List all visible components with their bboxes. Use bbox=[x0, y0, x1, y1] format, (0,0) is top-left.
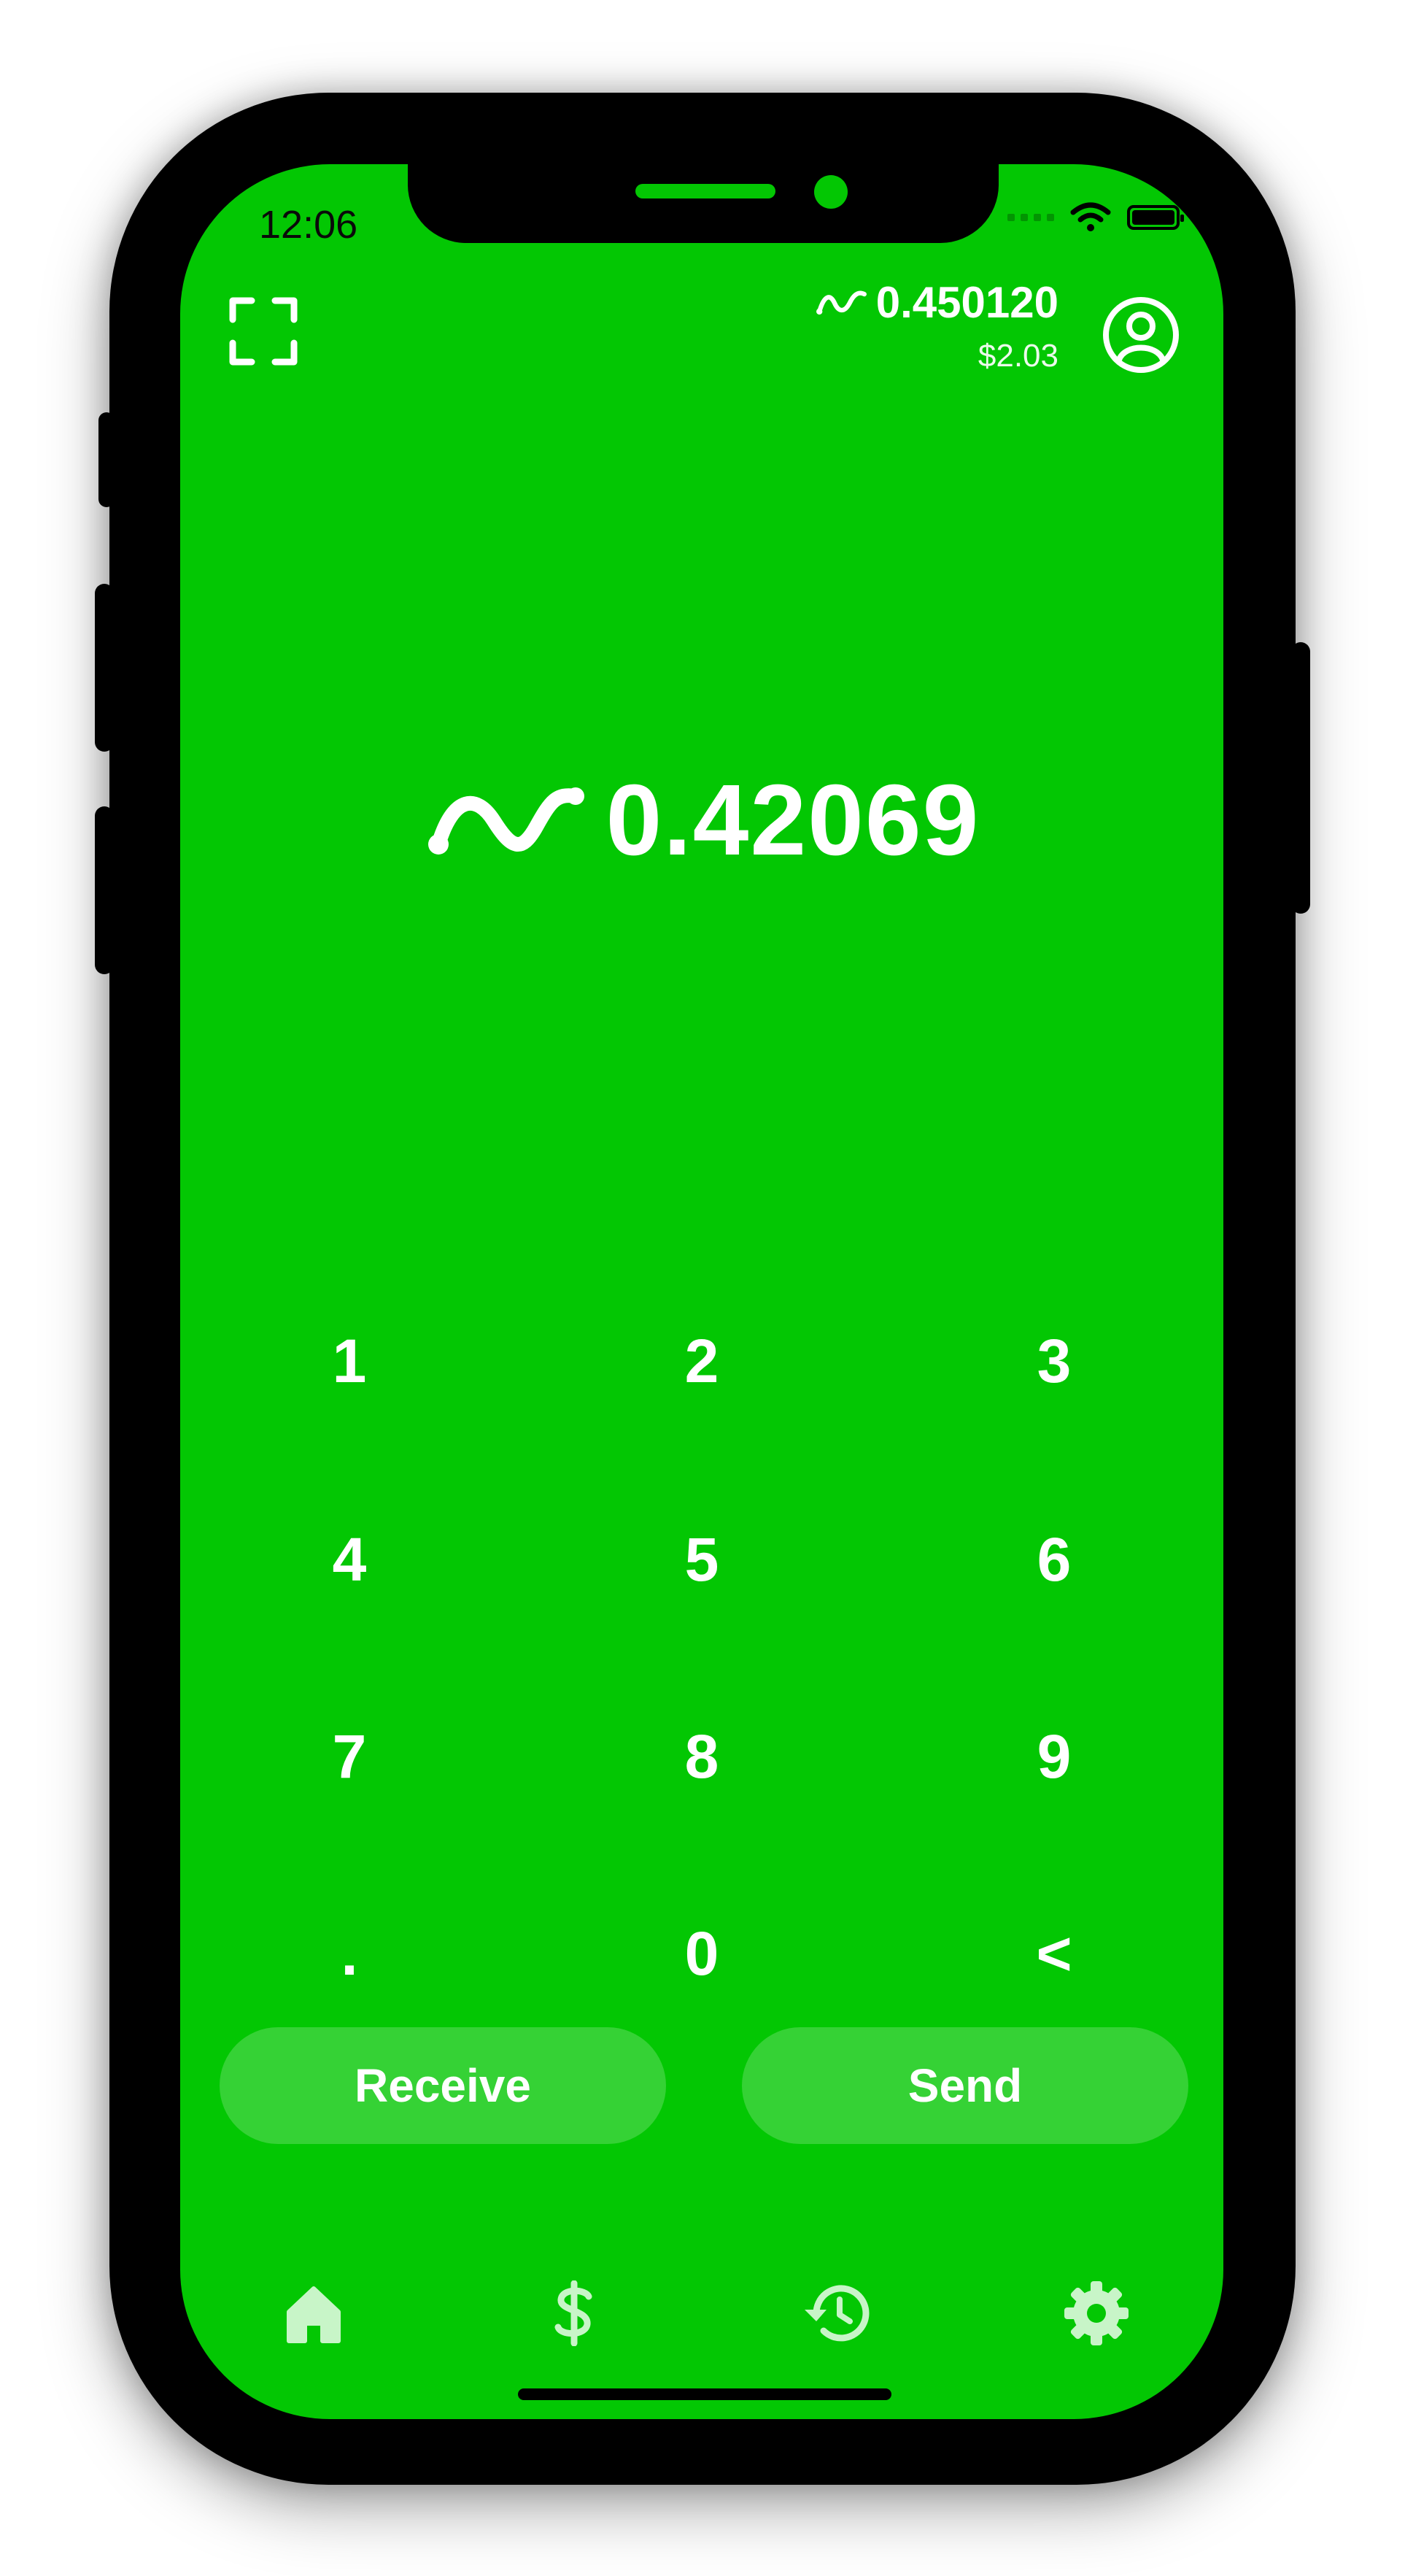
signal-icon bbox=[1007, 214, 1054, 221]
status-time: 12:06 bbox=[259, 203, 358, 247]
nano-icon bbox=[427, 787, 584, 855]
key-7[interactable]: 7 bbox=[262, 1684, 437, 1829]
tab-home[interactable] bbox=[255, 2259, 372, 2368]
battery-icon bbox=[1127, 205, 1184, 230]
tab-history[interactable] bbox=[777, 2259, 894, 2368]
status-indicators bbox=[1007, 202, 1184, 233]
key-decimal[interactable]: . bbox=[262, 1881, 437, 2027]
dollar-icon bbox=[554, 2280, 592, 2346]
phone-volume-down bbox=[95, 806, 114, 974]
key-2[interactable]: 2 bbox=[614, 1288, 789, 1434]
receive-button[interactable]: Receive bbox=[220, 2027, 666, 2144]
home-icon bbox=[287, 2286, 341, 2343]
tab-dollar[interactable] bbox=[516, 2259, 632, 2368]
speaker bbox=[635, 184, 775, 198]
phone-mute-switch bbox=[98, 412, 115, 507]
phone-volume-up bbox=[95, 584, 114, 752]
send-button[interactable]: Send bbox=[742, 2027, 1188, 2144]
key-4[interactable]: 4 bbox=[262, 1486, 437, 1632]
key-backspace[interactable]: < bbox=[967, 1881, 1142, 2027]
key-9[interactable]: 9 bbox=[967, 1684, 1142, 1829]
wifi-icon bbox=[1070, 202, 1111, 231]
history-icon bbox=[805, 2285, 870, 2342]
notch bbox=[408, 164, 999, 243]
scan-frame-icon[interactable] bbox=[228, 296, 298, 366]
app-screen: 12:06 0.450120 $2.03 0.42069 1 2 3 4 5 6… bbox=[180, 164, 1223, 2419]
key-0[interactable]: 0 bbox=[614, 1881, 789, 2027]
nano-balance-value: 0.450120 bbox=[875, 278, 1058, 327]
key-3[interactable]: 3 bbox=[967, 1288, 1142, 1434]
amount-value: 0.42069 bbox=[605, 764, 980, 876]
home-indicator[interactable] bbox=[518, 2388, 891, 2400]
key-8[interactable]: 8 bbox=[614, 1684, 789, 1829]
tab-settings[interactable] bbox=[1038, 2259, 1155, 2368]
nano-balance: 0.450120 bbox=[816, 281, 1058, 325]
key-1[interactable]: 1 bbox=[262, 1288, 437, 1434]
header-balance: 0.450120 $2.03 bbox=[816, 281, 1058, 374]
nano-icon bbox=[816, 290, 867, 315]
user-circle-icon[interactable] bbox=[1102, 296, 1180, 374]
phone-power-button bbox=[1291, 642, 1310, 914]
camera bbox=[814, 175, 848, 209]
key-6[interactable]: 6 bbox=[967, 1486, 1142, 1632]
gear-icon bbox=[1064, 2281, 1129, 2345]
key-5[interactable]: 5 bbox=[614, 1486, 789, 1632]
amount-display: 0.42069 bbox=[180, 763, 1223, 879]
fiat-balance: $2.03 bbox=[978, 338, 1058, 374]
